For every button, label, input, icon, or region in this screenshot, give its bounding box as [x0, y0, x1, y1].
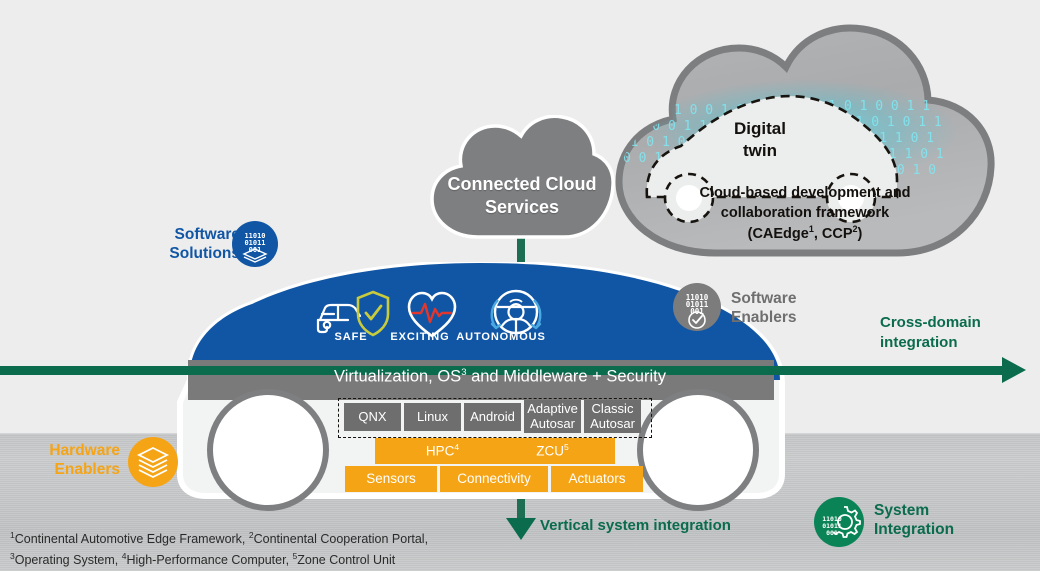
autonomous-icon-label: AUTONOMOUS: [456, 331, 546, 343]
software-solutions-label: Software Solutions: [169, 226, 240, 262]
hardware-box-connectivity[interactable]: Connectivity: [440, 466, 548, 492]
digital-twin-line1: Digital: [734, 119, 786, 138]
os-box-android-label: Android: [470, 408, 515, 424]
vertical-system-integration-label: Vertical system integration: [540, 517, 731, 534]
footnote-line-2: 3Operating System, 4High-Performance Com…: [10, 550, 396, 567]
cross-domain-arrow-head: [1002, 357, 1026, 383]
digital-twin-line2: twin: [743, 141, 777, 161]
os-box-linux[interactable]: Linux: [404, 403, 461, 431]
hardware-box-sensors-label: Sensors: [366, 470, 416, 486]
os-box-classic-autosar-label: Classic Autosar: [590, 401, 635, 431]
connected-cloud-line2: Services: [484, 196, 560, 217]
os-box-qnx-label: QNX: [358, 408, 387, 424]
hardware-box-actuators[interactable]: Actuators: [551, 466, 643, 492]
compute-box-zcu[interactable]: ZCU5: [490, 438, 615, 464]
compute-box-zcu-label: ZCU5: [536, 441, 569, 459]
footnote-line-1: 1Continental Automotive Edge Framework, …: [10, 530, 429, 547]
hardware-box-sensors[interactable]: Sensors: [345, 466, 437, 492]
connected-cloud-services-label: Connected Cloud Services: [424, 173, 620, 218]
system-integration-label: System Integration: [874, 502, 955, 538]
hardware-enablers-label: Hardware Enablers: [49, 442, 120, 478]
binary-layers-glyph: 11010 01011 001: [242, 232, 268, 263]
layers-glyph: [136, 446, 170, 479]
os-box-linux-label: Linux: [416, 408, 449, 424]
diagram-canvas: 1 0 1 1 0 0 1 0 1 1 0 0 1 0 0 1 1 0 1 0 …: [0, 0, 1040, 571]
cloud-framework-caption: Cloud-based development and collaboratio…: [620, 183, 990, 244]
connected-cloud-line1: Connected Cloud: [447, 174, 597, 194]
binary-check-glyph: 11010 01011 001: [686, 293, 709, 329]
binary-check-icon[interactable]: 11010 01011 001: [673, 283, 721, 331]
framework-line3: (CAEdge1, CCP2): [747, 224, 863, 242]
binary-layers-icon[interactable]: 11010 01011 001: [232, 221, 278, 267]
os-box-qnx[interactable]: QNX: [344, 403, 401, 431]
exciting-icon-label: EXCITING: [390, 331, 450, 343]
vertical-integration-arrow-head: [506, 518, 536, 540]
safe-icon-label: SAFE: [334, 331, 368, 343]
footnotes: 1Continental Automotive Edge Framework, …: [10, 529, 480, 570]
compute-box-hpc-label: HPC4: [425, 441, 460, 459]
cross-domain-integration-label: Cross-domain integration: [880, 314, 981, 352]
layers-icon[interactable]: [128, 437, 178, 487]
framework-line1: Cloud-based development and: [699, 185, 911, 201]
os-box-adaptive-autosar[interactable]: Adaptive Autosar: [524, 400, 581, 433]
os-box-classic-autosar[interactable]: Classic Autosar: [584, 400, 641, 433]
os-box-adaptive-autosar-label: Adaptive Autosar: [527, 401, 578, 431]
framework-line2: collaboration framework: [720, 205, 890, 221]
hardware-box-actuators-label: Actuators: [568, 470, 626, 486]
virtualization-bar-label: Virtualization, OS3 and Middleware + Sec…: [334, 367, 666, 386]
os-box-android[interactable]: Android: [464, 403, 521, 431]
hardware-box-connectivity-label: Connectivity: [457, 470, 531, 486]
digital-twin-title: Digital twin: [690, 118, 830, 162]
svg-text:001: 001: [249, 246, 262, 254]
software-enablers-label: Software Enablers: [731, 290, 797, 326]
